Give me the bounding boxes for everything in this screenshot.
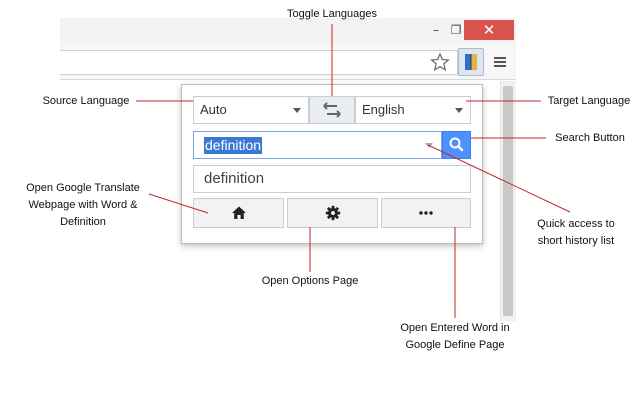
annotation-open-define: Open Entered Word in Google Define Page <box>400 322 510 351</box>
annotation-source-language: Source Language <box>42 95 130 107</box>
annotation-target-language: Target Language <box>547 95 631 107</box>
annotation-quick-access: Quick access to short history list <box>537 218 615 247</box>
annotation-toggle-languages: Toggle Languages <box>287 8 377 20</box>
annotation-open-options: Open Options Page <box>261 275 359 287</box>
annotation-search-button: Search Button <box>555 132 625 144</box>
annotation-open-translate: Open Google Translate Webpage with Word … <box>26 182 140 228</box>
